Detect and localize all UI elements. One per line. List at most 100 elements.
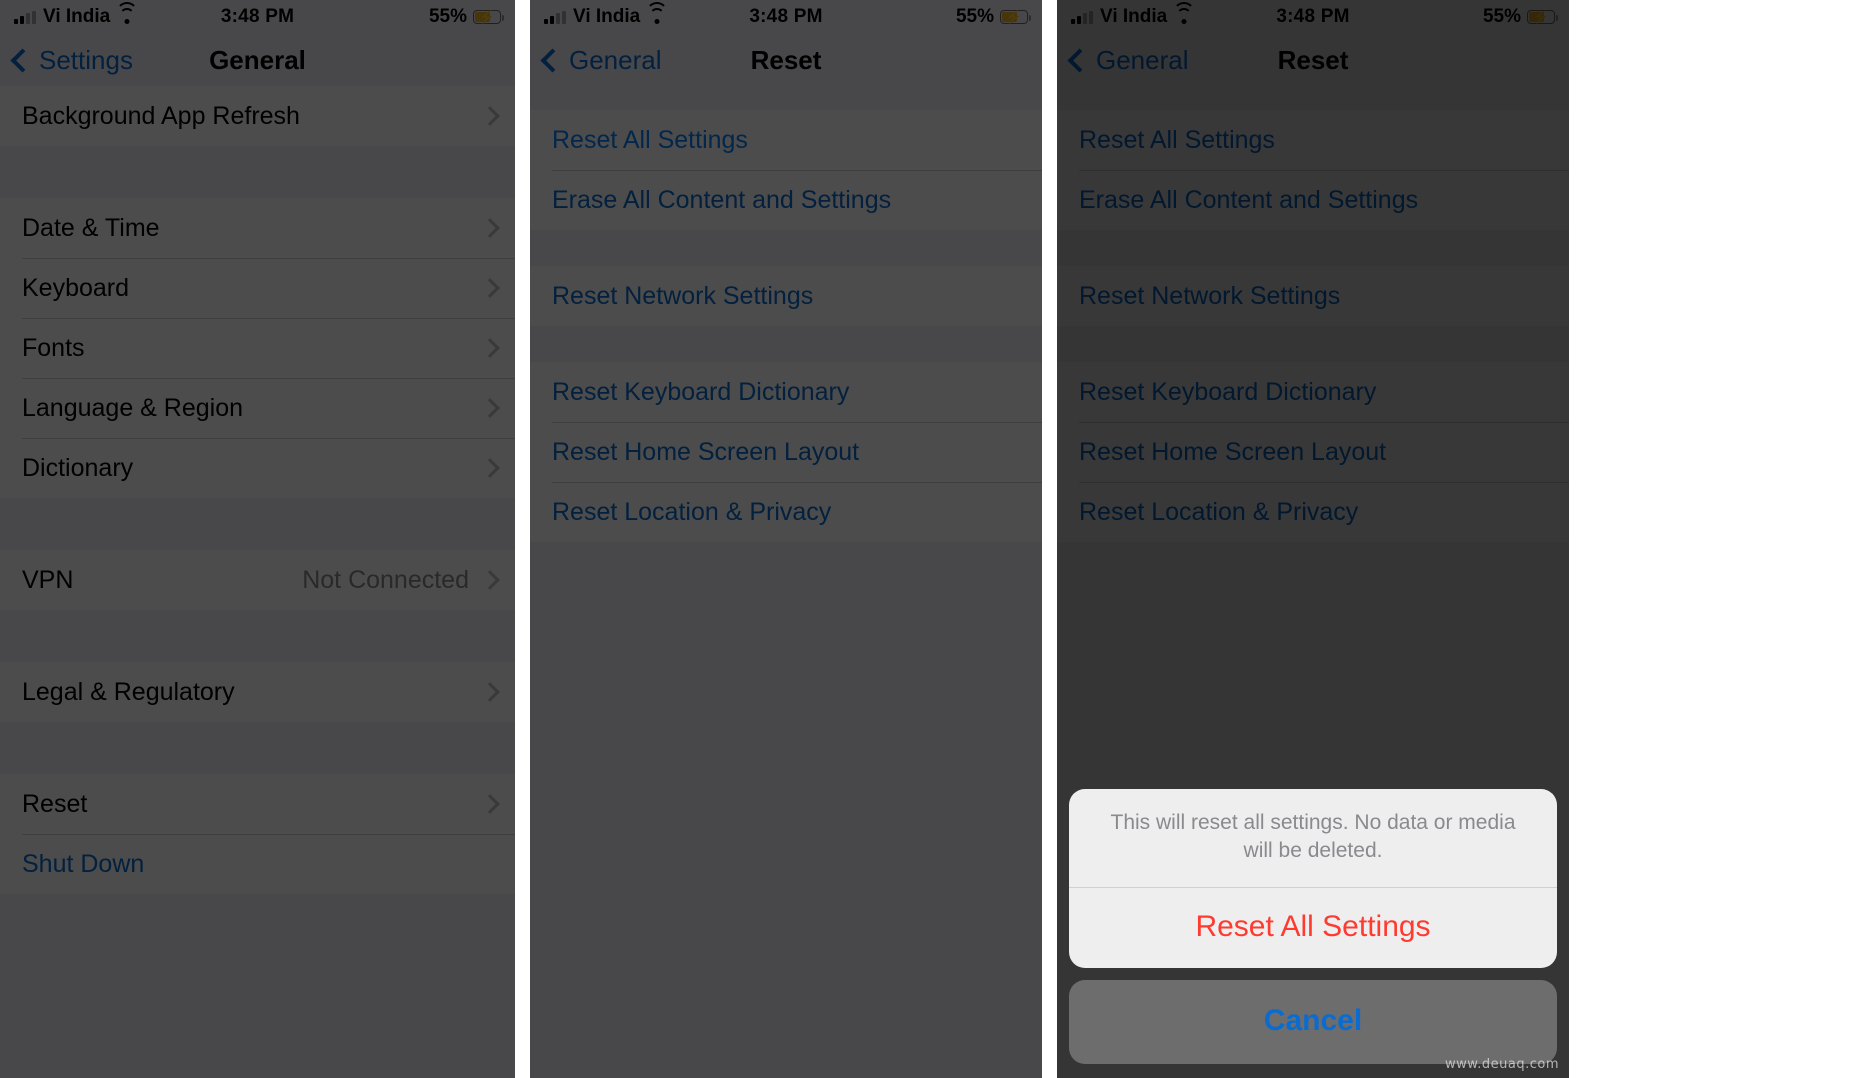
panel-general: Vi India 3:48 PM 55% ⚡ Settings General … — [0, 0, 515, 1078]
list-gap — [0, 722, 515, 774]
status-bar-right: 55% ⚡ — [1350, 6, 1558, 28]
row-label: Reset Keyboard Dictionary — [552, 377, 850, 406]
status-bar-right: 55% ⚡ — [823, 6, 1031, 28]
chevron-right-icon — [480, 218, 500, 238]
row-label: Erase All Content and Settings — [1079, 185, 1419, 214]
row-reset-home-screen-layout[interactable]: Reset Home Screen Layout — [1057, 422, 1569, 482]
row-shut-down[interactable]: Shut Down — [0, 834, 515, 894]
row-label: Shut Down — [22, 849, 145, 878]
nav-bar: Settings General — [0, 34, 515, 86]
list-gap — [0, 146, 515, 198]
chevron-left-icon — [1067, 47, 1092, 73]
chevron-right-icon — [480, 338, 500, 358]
battery-charging-icon: ⚡ — [473, 10, 504, 24]
row-label: Legal & Regulatory — [22, 677, 235, 706]
back-button-general[interactable]: General — [540, 44, 662, 76]
watermark: www.deuaq.com — [1445, 1057, 1559, 1072]
row-background-app-refresh[interactable]: Background App Refresh — [0, 86, 515, 146]
row-label: Fonts — [22, 333, 85, 362]
row-fonts[interactable]: Fonts — [0, 318, 515, 378]
back-button-general[interactable]: General — [1067, 44, 1189, 76]
list-gap — [530, 230, 1042, 266]
row-label: Erase All Content and Settings — [552, 185, 892, 214]
three-panel-screenshot: Vi India 3:48 PM 55% ⚡ Settings General … — [0, 0, 1850, 1078]
chevron-right-icon — [480, 570, 500, 590]
row-label: Reset Network Settings — [552, 281, 814, 310]
list-gap — [1057, 326, 1569, 362]
row-keyboard[interactable]: Keyboard — [0, 258, 515, 318]
row-reset-location-and-privacy[interactable]: Reset Location & Privacy — [530, 482, 1042, 542]
row-reset-all-settings[interactable]: Reset All Settings — [530, 110, 1042, 170]
chevron-right-icon — [480, 398, 500, 418]
status-bar-right: 55% ⚡ — [294, 6, 504, 28]
status-bar: Vi India 3:48 PM 55% ⚡ — [0, 0, 515, 34]
chevron-left-icon — [10, 47, 35, 73]
row-label: Reset — [22, 789, 88, 818]
row-label: Background App Refresh — [22, 101, 300, 130]
row-value: Not Connected — [302, 565, 469, 594]
row-erase-all-content-and-settings[interactable]: Erase All Content and Settings — [1057, 170, 1569, 230]
row-reset-all-settings[interactable]: Reset All Settings — [1057, 110, 1569, 170]
row-label: Reset All Settings — [552, 125, 748, 154]
battery-percent-label: 55% — [1482, 6, 1521, 27]
row-language-and-region[interactable]: Language & Region — [0, 378, 515, 438]
row-label: Language & Region — [22, 393, 244, 422]
status-bar: Vi India 3:48 PM 55% ⚡ — [530, 0, 1042, 34]
row-reset-home-screen-layout[interactable]: Reset Home Screen Layout — [530, 422, 1042, 482]
reset-all-settings-button[interactable]: Reset All Settings — [1069, 887, 1557, 968]
back-button-label: General — [569, 44, 662, 75]
row-erase-all-content-and-settings[interactable]: Erase All Content and Settings — [530, 170, 1042, 230]
signal-bars-icon — [1071, 10, 1093, 24]
nav-bar: General Reset — [530, 34, 1042, 86]
chevron-right-icon — [480, 106, 500, 126]
status-bar-left: Vi India — [544, 2, 749, 28]
row-label: Reset Location & Privacy — [552, 497, 832, 526]
row-reset-network-settings[interactable]: Reset Network Settings — [530, 266, 1042, 326]
chevron-right-icon — [480, 278, 500, 298]
clock-label: 3:48 PM — [1276, 6, 1350, 27]
carrier-label: Vi India — [1100, 6, 1168, 27]
settings-list: Background App Refresh Date & Time Keybo… — [0, 86, 515, 962]
list-gap — [0, 498, 515, 550]
row-reset-keyboard-dictionary[interactable]: Reset Keyboard Dictionary — [530, 362, 1042, 422]
action-sheet: This will reset all settings. No data or… — [1057, 788, 1569, 1078]
row-reset-location-and-privacy[interactable]: Reset Location & Privacy — [1057, 482, 1569, 542]
row-reset-network-settings[interactable]: Reset Network Settings — [1057, 266, 1569, 326]
status-bar-left: Vi India — [1071, 2, 1276, 28]
wifi-icon — [1172, 2, 1195, 24]
row-date-and-time[interactable]: Date & Time — [0, 198, 515, 258]
action-sheet-group: This will reset all settings. No data or… — [1069, 788, 1557, 968]
panel-reset: Vi India 3:48 PM 55% ⚡ General Reset Res… — [530, 0, 1042, 1078]
clock-label: 3:48 PM — [749, 6, 823, 27]
row-dictionary[interactable]: Dictionary — [0, 438, 515, 498]
row-vpn[interactable]: VPN Not Connected — [0, 550, 515, 610]
row-label: Reset Location & Privacy — [1079, 497, 1359, 526]
row-reset-keyboard-dictionary[interactable]: Reset Keyboard Dictionary — [1057, 362, 1569, 422]
row-reset[interactable]: Reset — [0, 774, 515, 834]
cancel-button[interactable]: Cancel — [1069, 980, 1557, 1064]
row-label: VPN — [22, 565, 74, 594]
signal-bars-icon — [544, 10, 566, 24]
list-gap — [1057, 230, 1569, 266]
list-gap — [0, 894, 515, 962]
chevron-right-icon — [480, 458, 500, 478]
carrier-label: Vi India — [43, 6, 111, 27]
list-gap — [530, 86, 1042, 110]
list-filler — [530, 542, 1042, 842]
back-button-label: General — [1096, 44, 1189, 75]
action-sheet-message: This will reset all settings. No data or… — [1110, 810, 1516, 862]
chevron-right-icon — [480, 682, 500, 702]
panel-reset-confirm: Vi India 3:48 PM 55% ⚡ General Reset Res… — [1057, 0, 1569, 1078]
battery-percent-label: 55% — [955, 6, 994, 27]
clock-label: 3:48 PM — [220, 6, 295, 27]
battery-charging-icon: ⚡ — [1000, 10, 1031, 24]
nav-bar: General Reset — [1057, 34, 1569, 86]
back-button-settings[interactable]: Settings — [10, 45, 133, 76]
row-label: Reset Network Settings — [1079, 281, 1341, 310]
row-label: Date & Time — [22, 213, 160, 242]
row-label: Reset Home Screen Layout — [1079, 437, 1387, 466]
row-legal-and-regulatory[interactable]: Legal & Regulatory — [0, 662, 515, 722]
status-bar-left: Vi India — [14, 2, 221, 28]
battery-percent-label: 55% — [428, 6, 467, 27]
chevron-right-icon — [480, 794, 500, 814]
